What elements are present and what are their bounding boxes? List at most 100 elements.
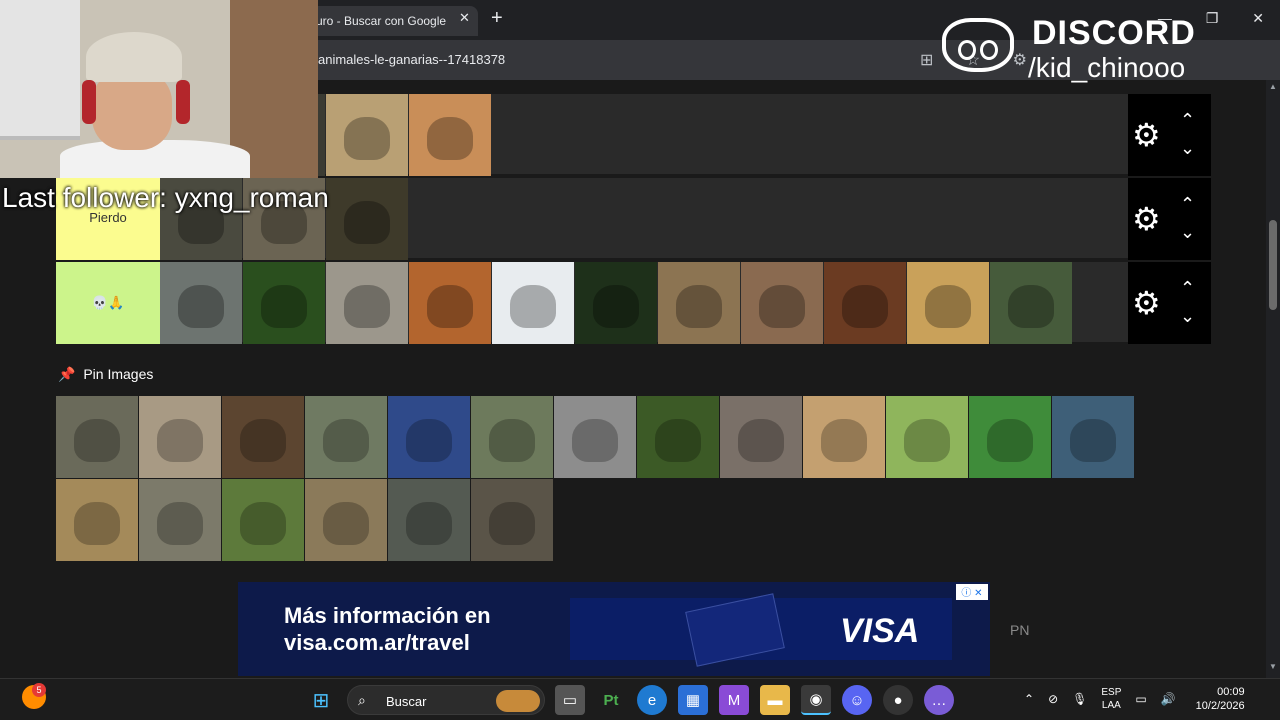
pin-image-tile[interactable] [139,396,221,478]
pin-image-tile[interactable] [222,396,304,478]
pt-app-icon[interactable]: Pt [596,685,626,715]
animal-image-tile[interactable] [492,262,574,344]
pin-image-tile[interactable] [388,479,470,561]
pin-image-tile[interactable] [803,396,885,478]
chevron-up-icon[interactable]: ⌃ [1180,110,1195,131]
volume-icon[interactable]: 🔊 [1161,692,1176,706]
side-text: PN [1010,622,1030,638]
animal-silhouette [510,284,556,328]
animal-silhouette [427,284,473,328]
animal-silhouette [344,116,390,160]
animal-silhouette [593,284,639,328]
pin-image-tile[interactable] [1052,396,1134,478]
animal-silhouette [1070,418,1116,462]
edge-icon[interactable]: e [637,685,667,715]
pin-image-tile[interactable] [471,479,553,561]
animal-image-tile[interactable] [160,262,242,344]
animal-image-tile[interactable] [409,262,491,344]
chevron-down-icon[interactable]: ⌄ [1180,138,1195,159]
tier-label[interactable]: 💀🙏 [56,262,160,344]
url-input[interactable]: animales-le-ganarias--17418378 [318,52,505,67]
store-icon[interactable]: ▦ [678,685,708,715]
animal-image-tile[interactable] [326,178,408,260]
pin-image-tile[interactable] [305,396,387,478]
new-tab-button[interactable]: + [491,7,503,30]
scroll-down-arrow[interactable]: ▼ [1269,662,1277,671]
chat-app-icon[interactable]: … [924,685,954,715]
animal-silhouette [74,418,120,462]
animal-image-tile[interactable] [824,262,906,344]
animal-image-tile[interactable] [326,262,408,344]
pin-image-tile[interactable] [222,479,304,561]
pin-image-tile[interactable] [886,396,968,478]
pin-image-tile[interactable] [969,396,1051,478]
visa-logo: VISA [840,612,920,650]
close-window-button[interactable]: ✕ [1252,10,1264,26]
animal-image-tile[interactable] [658,262,740,344]
restore-button[interactable]: ❐ [1206,10,1219,26]
animal-silhouette [323,501,369,545]
visa-ad-banner[interactable]: Más información en visa.com.ar/travel VI… [238,582,990,676]
pin-image-tile[interactable] [388,396,470,478]
chevron-up-icon[interactable]: ⌃ [1180,278,1195,299]
ad-info-close-button[interactable]: ⓘ ✕ [956,584,988,600]
chevron-down-icon[interactable]: ⌄ [1180,222,1195,243]
animal-image-tile[interactable] [575,262,657,344]
language-indicator[interactable]: ESP LAA [1101,686,1121,712]
animal-image-tile[interactable] [409,94,491,176]
scroll-thumb[interactable] [1269,220,1277,310]
taskbar-search[interactable]: ⌕ Buscar [347,685,545,715]
chrome-icon[interactable]: ◉ [801,685,831,715]
m365-icon[interactable]: M [719,685,749,715]
animal-image-tile[interactable] [741,262,823,344]
animal-silhouette [344,284,390,328]
ad-line-2: visa.com.ar/travel [284,630,470,655]
pin-image-tile[interactable] [637,396,719,478]
network-icon[interactable]: ⊘ [1048,692,1058,706]
obs-icon[interactable]: ● [883,685,913,715]
pin-image-tile[interactable] [471,396,553,478]
animal-silhouette [261,284,307,328]
windows-taskbar: 5 ⊞ ⌕ Buscar ▭ Pt e ▦ M ▬ ◉ ☺ ● … ⌃ ⊘ 🎙 … [0,678,1280,720]
file-explorer-icon[interactable]: ▬ [760,685,790,715]
streamer-cap [86,32,182,82]
pin-image-tile[interactable] [56,479,138,561]
animal-image-tile[interactable] [990,262,1072,344]
animal-silhouette [987,418,1033,462]
animal-image-tile[interactable] [243,262,325,344]
animal-silhouette [821,418,867,462]
animal-silhouette [572,418,618,462]
animal-silhouette [157,418,203,462]
animal-image-tile[interactable] [907,262,989,344]
task-view-icon[interactable]: ▭ [555,685,585,715]
discord-title: DISCORD [1032,14,1196,52]
clock[interactable]: 00:09 10/2/2026 [1196,685,1245,713]
lang-line-1: ESP [1101,687,1122,698]
tray-overflow-icon[interactable]: ⌃ [1024,692,1034,706]
chevron-down-icon[interactable]: ⌄ [1180,306,1195,327]
taskbar-apps: ⊞ ⌕ Buscar ▭ Pt e ▦ M ▬ ◉ ☺ ● … [306,685,965,715]
animal-image-tile[interactable] [326,94,408,176]
display-icon[interactable]: ▭ [1135,692,1146,706]
discord-handle: /kid_chinooo [1028,52,1186,83]
tab-close-button[interactable]: ✕ [459,10,470,26]
browser-tab[interactable]: uro - Buscar con Google [308,6,478,36]
chevron-up-icon[interactable]: ⌃ [1180,194,1195,215]
search-label: Buscar [386,694,427,709]
gear-icon[interactable]: ⚙ [1132,200,1161,238]
animal-silhouette [406,501,452,545]
mic-icon[interactable]: 🎙 [1072,692,1087,706]
gear-icon[interactable]: ⚙ [1132,116,1161,154]
start-button[interactable]: ⊞ [306,685,336,715]
pin-image-tile[interactable] [554,396,636,478]
scroll-up-arrow[interactable]: ▲ [1269,82,1277,91]
pin-image-tile[interactable] [56,396,138,478]
page-scrollbar[interactable]: ▲ ▼ [1266,80,1280,678]
discord-taskbar-icon[interactable]: ☺ [842,685,872,715]
animal-silhouette [344,200,390,244]
pin-image-tile[interactable] [305,479,387,561]
gear-icon[interactable]: ⚙ [1132,284,1161,322]
pin-image-tile[interactable] [139,479,221,561]
tier-items [160,262,1073,344]
pin-image-tile[interactable] [720,396,802,478]
